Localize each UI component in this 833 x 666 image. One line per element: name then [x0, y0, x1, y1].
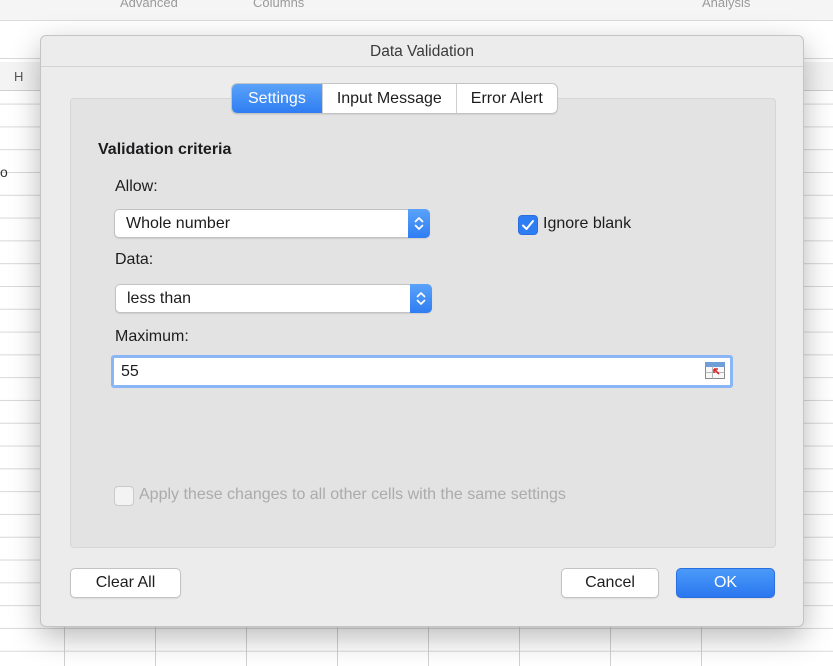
ignore-blank-checkbox[interactable] [518, 215, 538, 235]
data-label: Data: [115, 251, 154, 268]
section-heading: Validation criteria [98, 141, 232, 158]
data-value: less than [127, 290, 192, 307]
checkmark-icon [522, 220, 534, 230]
app-toolbar: Advanced Columns Analysis [0, 0, 833, 21]
up-down-chevron-icon [410, 284, 432, 313]
allow-label: Allow: [115, 178, 158, 195]
column-header-h[interactable]: H [14, 69, 23, 84]
settings-panel [70, 98, 776, 548]
tab-bar: Settings Input Message Error Alert [231, 83, 558, 114]
maximum-value: 55 [121, 363, 139, 380]
apply-all-checkbox[interactable] [114, 486, 134, 506]
toolbar-advanced[interactable]: Advanced [120, 0, 178, 10]
range-picker-icon[interactable] [705, 362, 725, 379]
maximum-input[interactable]: 55 [111, 355, 733, 388]
data-select[interactable]: less than [115, 284, 432, 313]
apply-all-label: Apply these changes to all other cells w… [139, 486, 566, 503]
tab-error-alert[interactable]: Error Alert [455, 84, 557, 113]
up-down-chevron-icon [408, 209, 430, 238]
tab-input-message[interactable]: Input Message [321, 84, 456, 113]
toolbar-analysis[interactable]: Analysis [702, 0, 750, 10]
data-validation-dialog: Data Validation Settings Input Message E… [40, 35, 804, 627]
ignore-blank-label[interactable]: Ignore blank [543, 215, 631, 233]
clear-all-button[interactable]: Clear All [70, 568, 181, 598]
maximum-label: Maximum: [115, 328, 189, 345]
tab-settings[interactable]: Settings [232, 84, 322, 113]
allow-value: Whole number [126, 215, 231, 232]
cell-text: o [0, 164, 8, 180]
cancel-button[interactable]: Cancel [561, 568, 659, 598]
ok-button[interactable]: OK [676, 568, 775, 598]
toolbar-columns[interactable]: Columns [253, 0, 304, 10]
dialog-title: Data Validation [41, 36, 803, 67]
allow-select[interactable]: Whole number [114, 209, 430, 238]
